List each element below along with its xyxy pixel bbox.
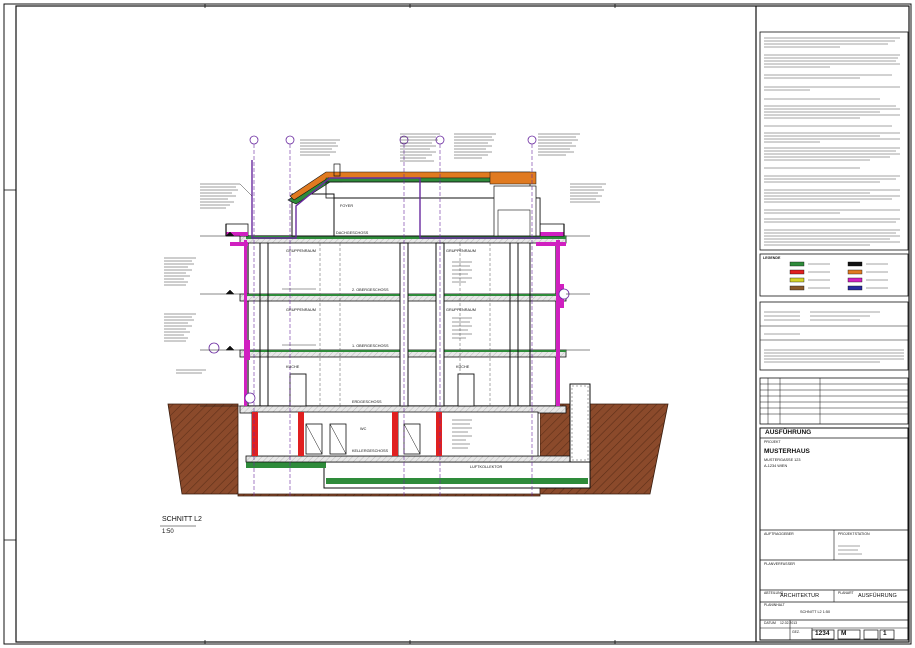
content-value: SCHNITT L2 1:50 [800, 610, 831, 614]
project-name: MUSTERHAUS [764, 448, 810, 455]
revision-block [759, 301, 909, 371]
index-table [759, 377, 909, 425]
phase-label: PLANART [838, 591, 854, 595]
room-label-office-a: GRUPPENRAUM [286, 249, 316, 253]
legend-box [759, 253, 909, 297]
legend-title: LEGENDE [763, 256, 781, 260]
cross-section-drawing [3, 3, 912, 645]
drawing-scale: 1:50 [162, 529, 174, 535]
room-label-kitchen-a: KÜCHE [286, 365, 300, 369]
status-header: AUSFÜHRUNG [765, 429, 812, 436]
project-address-line1: MUSTERGASSE 123 [764, 458, 801, 462]
project-address-line2: A-1234 WIEN [764, 464, 788, 468]
planner-label: PROJEKTSTATION [838, 532, 870, 536]
date-label: DATUM [764, 621, 776, 625]
legend-swatch [847, 285, 863, 291]
room-label-office-c: GRUPPENRAUM [286, 308, 316, 312]
notes-text-lines [764, 37, 900, 246]
discipline-value: ARCHITEKTUR [780, 593, 820, 599]
light-well [569, 383, 591, 463]
legend-swatch [847, 261, 863, 267]
basement-floor-slab [245, 455, 591, 463]
legend-swatch [847, 269, 863, 275]
room-label-attic-room: FOYER [340, 204, 354, 208]
general-notes [759, 31, 909, 251]
room-label-office-b: GRUPPENRAUM [446, 249, 476, 253]
level-label-floor1: 1. OBERGESCHOSS [352, 344, 389, 348]
foundation-insulation [326, 478, 588, 484]
foundation-slab [323, 461, 591, 489]
plan-index: M [841, 630, 847, 637]
drawing-sheet: FOYER DACHGESCHOSS GRUPPENRAUM GRUPPENRA… [0, 0, 915, 648]
room-label-wc: WC [360, 427, 367, 431]
drawn-by-label: GEZ. [792, 630, 800, 634]
sheet-number: 1 [883, 630, 887, 637]
legend-swatch [789, 269, 805, 275]
level-label-ground: ERDGESCHOSS [352, 400, 382, 404]
legend-swatch [847, 277, 863, 283]
room-label-office-d: GRUPPENRAUM [446, 308, 476, 312]
level-label-attic: DACHGESCHOSS [336, 231, 369, 235]
legend-swatches [789, 261, 888, 291]
plan-number: 1234 [815, 630, 830, 637]
legend-swatch [789, 261, 805, 267]
project-label: PROJEKT [764, 440, 781, 444]
basement-floor-insulation [246, 462, 326, 468]
content-label: PLANINHALT [764, 603, 785, 607]
basement-rooms [251, 411, 539, 457]
room-label-shaft: LUFTKOLLEKTOR [470, 465, 503, 469]
level-label-floor2: 2. OBERGESCHOSS [352, 288, 389, 292]
level-label-basement: KELLERGESCHOSS [352, 449, 389, 453]
room-label-kitchen-b: KÜCHE [456, 365, 470, 369]
date-value: 12.02.2013 [780, 621, 797, 625]
drawing-title: SCHNITT L2 [162, 516, 202, 523]
client-label: AUFTRAGGEBER [764, 532, 794, 536]
legend-swatch [789, 285, 805, 291]
planner-label-2: PLANVERFASSER [764, 562, 795, 566]
phase-value: AUSFÜHRUNG [858, 593, 897, 599]
legend-swatch [789, 277, 805, 283]
